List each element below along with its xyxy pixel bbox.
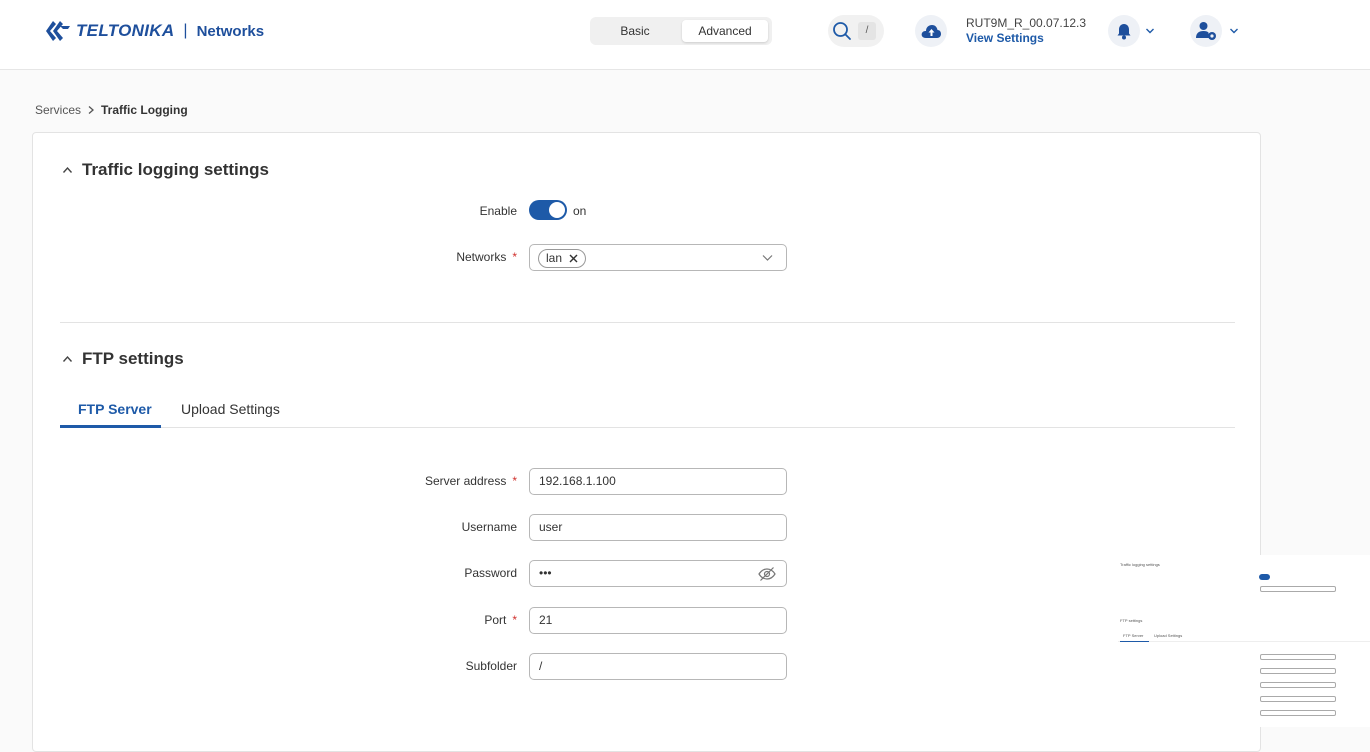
server-address-label-text: Server address <box>424 474 507 488</box>
mode-advanced-button[interactable]: Advanced <box>682 20 768 42</box>
tabs-divider <box>60 427 1235 428</box>
thumb-networks-input <box>1260 586 1336 592</box>
thumb-username-input <box>1260 668 1336 674</box>
server-address-label: Server address * <box>317 474 517 488</box>
password-label: Password <box>464 566 517 580</box>
close-icon[interactable] <box>569 254 578 263</box>
networks-label: Networks * <box>317 250 517 264</box>
thumb-toggle <box>1259 574 1270 580</box>
port-label: Port * <box>317 613 517 627</box>
required-marker: * <box>512 250 517 264</box>
network-chip: lan <box>538 249 587 268</box>
bell-icon <box>1117 24 1131 40</box>
breadcrumb-services-link[interactable]: Services <box>35 103 81 117</box>
search-icon <box>833 22 851 40</box>
breadcrumb: Services Traffic Logging <box>35 103 188 117</box>
ftp-section-title: FTP settings <box>82 349 184 368</box>
thumb-subfolder-input <box>1260 710 1336 716</box>
user-menu-chevron-down-icon[interactable] <box>1229 26 1239 36</box>
page-preview-thumbnail: Traffic logging settings FTP settings FT… <box>1118 555 1370 727</box>
thumb-tab-ftp: FTP Server <box>1123 633 1144 638</box>
port-label-text: Port <box>484 613 507 627</box>
view-settings-link[interactable]: View Settings <box>966 31 1044 45</box>
thumb-password-input <box>1260 682 1336 688</box>
mode-basic-button[interactable]: Basic <box>594 20 676 42</box>
thumb-lower-panel: FTP Server Upload Settings <box>1118 633 1370 727</box>
cloud-button[interactable] <box>915 15 947 47</box>
section-divider <box>60 322 1235 323</box>
breadcrumb-current: Traffic Logging <box>101 103 188 117</box>
password-input[interactable]: ••• <box>529 560 787 587</box>
search-shortcut-key: / <box>858 22 876 40</box>
teltonika-logo-icon <box>46 21 70 41</box>
mode-switch: Basic Advanced <box>590 17 772 45</box>
brand-subtitle: Networks <box>196 22 265 40</box>
tab-upload-settings[interactable]: Upload Settings <box>181 401 280 417</box>
enable-state-text: on <box>573 204 587 218</box>
networks-select[interactable]: lan <box>529 244 787 271</box>
enable-label: Enable <box>479 204 517 218</box>
required-marker: * <box>512 613 517 627</box>
brand-logo[interactable]: TELTONIKA | Networks <box>44 17 264 45</box>
username-label: Username <box>461 520 517 534</box>
toggle-knob <box>549 202 565 218</box>
thumb-tab-upload: Upload Settings <box>1154 633 1183 638</box>
user-settings-icon <box>1196 22 1216 40</box>
chevron-right-icon <box>88 106 95 114</box>
eye-off-icon[interactable] <box>758 566 776 582</box>
subfolder-input[interactable]: / <box>529 653 787 680</box>
traffic-section-header[interactable]: Traffic logging settings <box>62 160 269 180</box>
thumb-title-ftp: FTP settings <box>1120 618 1143 623</box>
thumb-server-input <box>1260 654 1336 660</box>
traffic-section-title: Traffic logging settings <box>82 160 270 179</box>
enable-toggle[interactable] <box>529 200 567 220</box>
chevron-up-icon <box>62 166 73 173</box>
ftp-section-header[interactable]: FTP settings <box>62 349 184 369</box>
active-tab-indicator <box>60 425 161 428</box>
required-marker: * <box>512 474 517 488</box>
tab-ftp-server[interactable]: FTP Server <box>78 401 152 417</box>
username-input[interactable]: user <box>529 514 787 541</box>
settings-card: Traffic logging settings Enable on Netwo… <box>32 132 1261 752</box>
brand-name: TELTONIKA <box>76 21 175 40</box>
networks-label-text: Networks <box>456 250 507 264</box>
thumb-title-traffic: Traffic logging settings <box>1120 562 1160 567</box>
port-input[interactable]: 21 <box>529 607 787 634</box>
device-name: RUT9M_R_00.07.12.3 <box>966 16 1087 30</box>
search-button[interactable]: / <box>828 15 884 47</box>
user-menu-button[interactable] <box>1190 15 1222 47</box>
chevron-up-icon <box>62 355 73 362</box>
notifications-chevron-down-icon[interactable] <box>1145 26 1155 36</box>
notifications-button[interactable] <box>1108 15 1140 47</box>
brand-separator: | <box>183 22 188 39</box>
thumb-tab-indicator <box>1120 641 1149 642</box>
chevron-down-icon <box>762 255 773 261</box>
cloud-upload-icon <box>921 25 941 38</box>
password-value: ••• <box>539 566 552 580</box>
subfolder-label: Subfolder <box>465 659 517 673</box>
server-address-input[interactable]: 192.168.1.100 <box>529 468 787 495</box>
thumb-port-input <box>1260 696 1336 702</box>
top-header: TELTONIKA | Networks Basic Advanced / RU… <box>0 0 1370 70</box>
network-chip-label: lan <box>546 251 563 265</box>
